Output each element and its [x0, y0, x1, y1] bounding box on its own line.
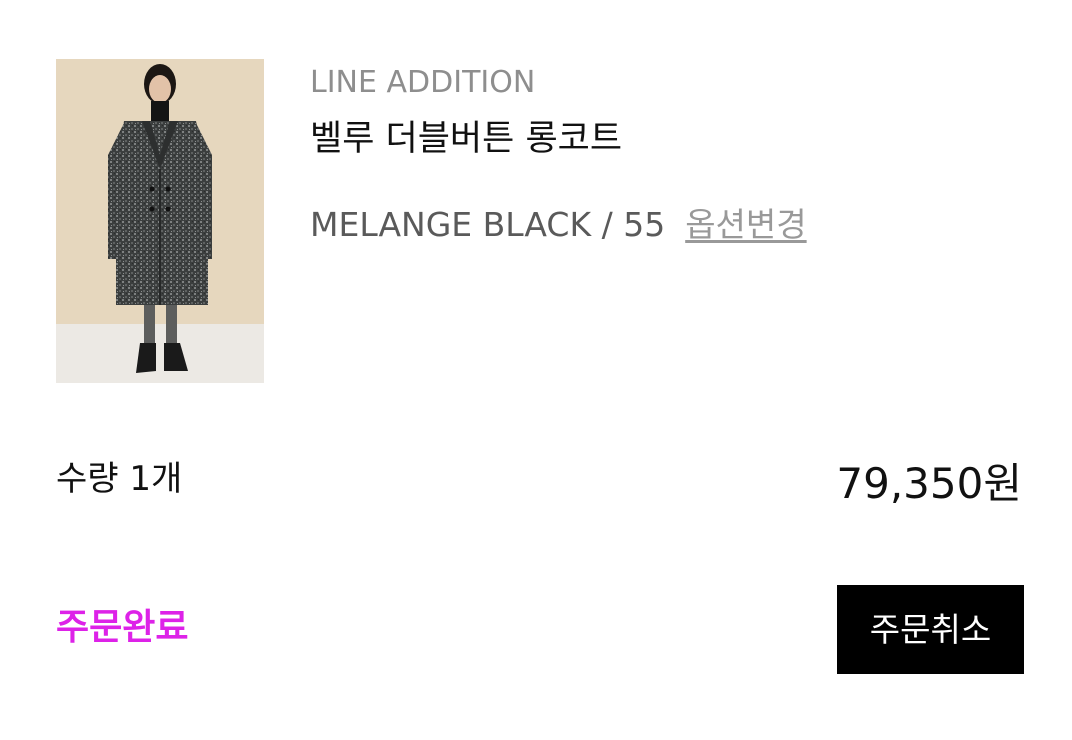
product-image[interactable]	[56, 59, 264, 383]
option-change-link[interactable]: 옵션변경	[685, 205, 806, 244]
option-text: MELANGE BLACK / 55	[310, 205, 666, 244]
quantity-label: 수량 1개	[56, 459, 183, 499]
order-status: 주문완료	[56, 607, 189, 648]
brand-name: LINE ADDITION	[310, 65, 536, 100]
product-name[interactable]: 벨루 더블버튼 롱코트	[310, 117, 622, 161]
cancel-order-button[interactable]: 주문취소	[837, 585, 1024, 674]
option-row: MELANGE BLACK / 55 옵션변경	[310, 204, 807, 246]
order-price: 79,350원	[836, 459, 1022, 508]
